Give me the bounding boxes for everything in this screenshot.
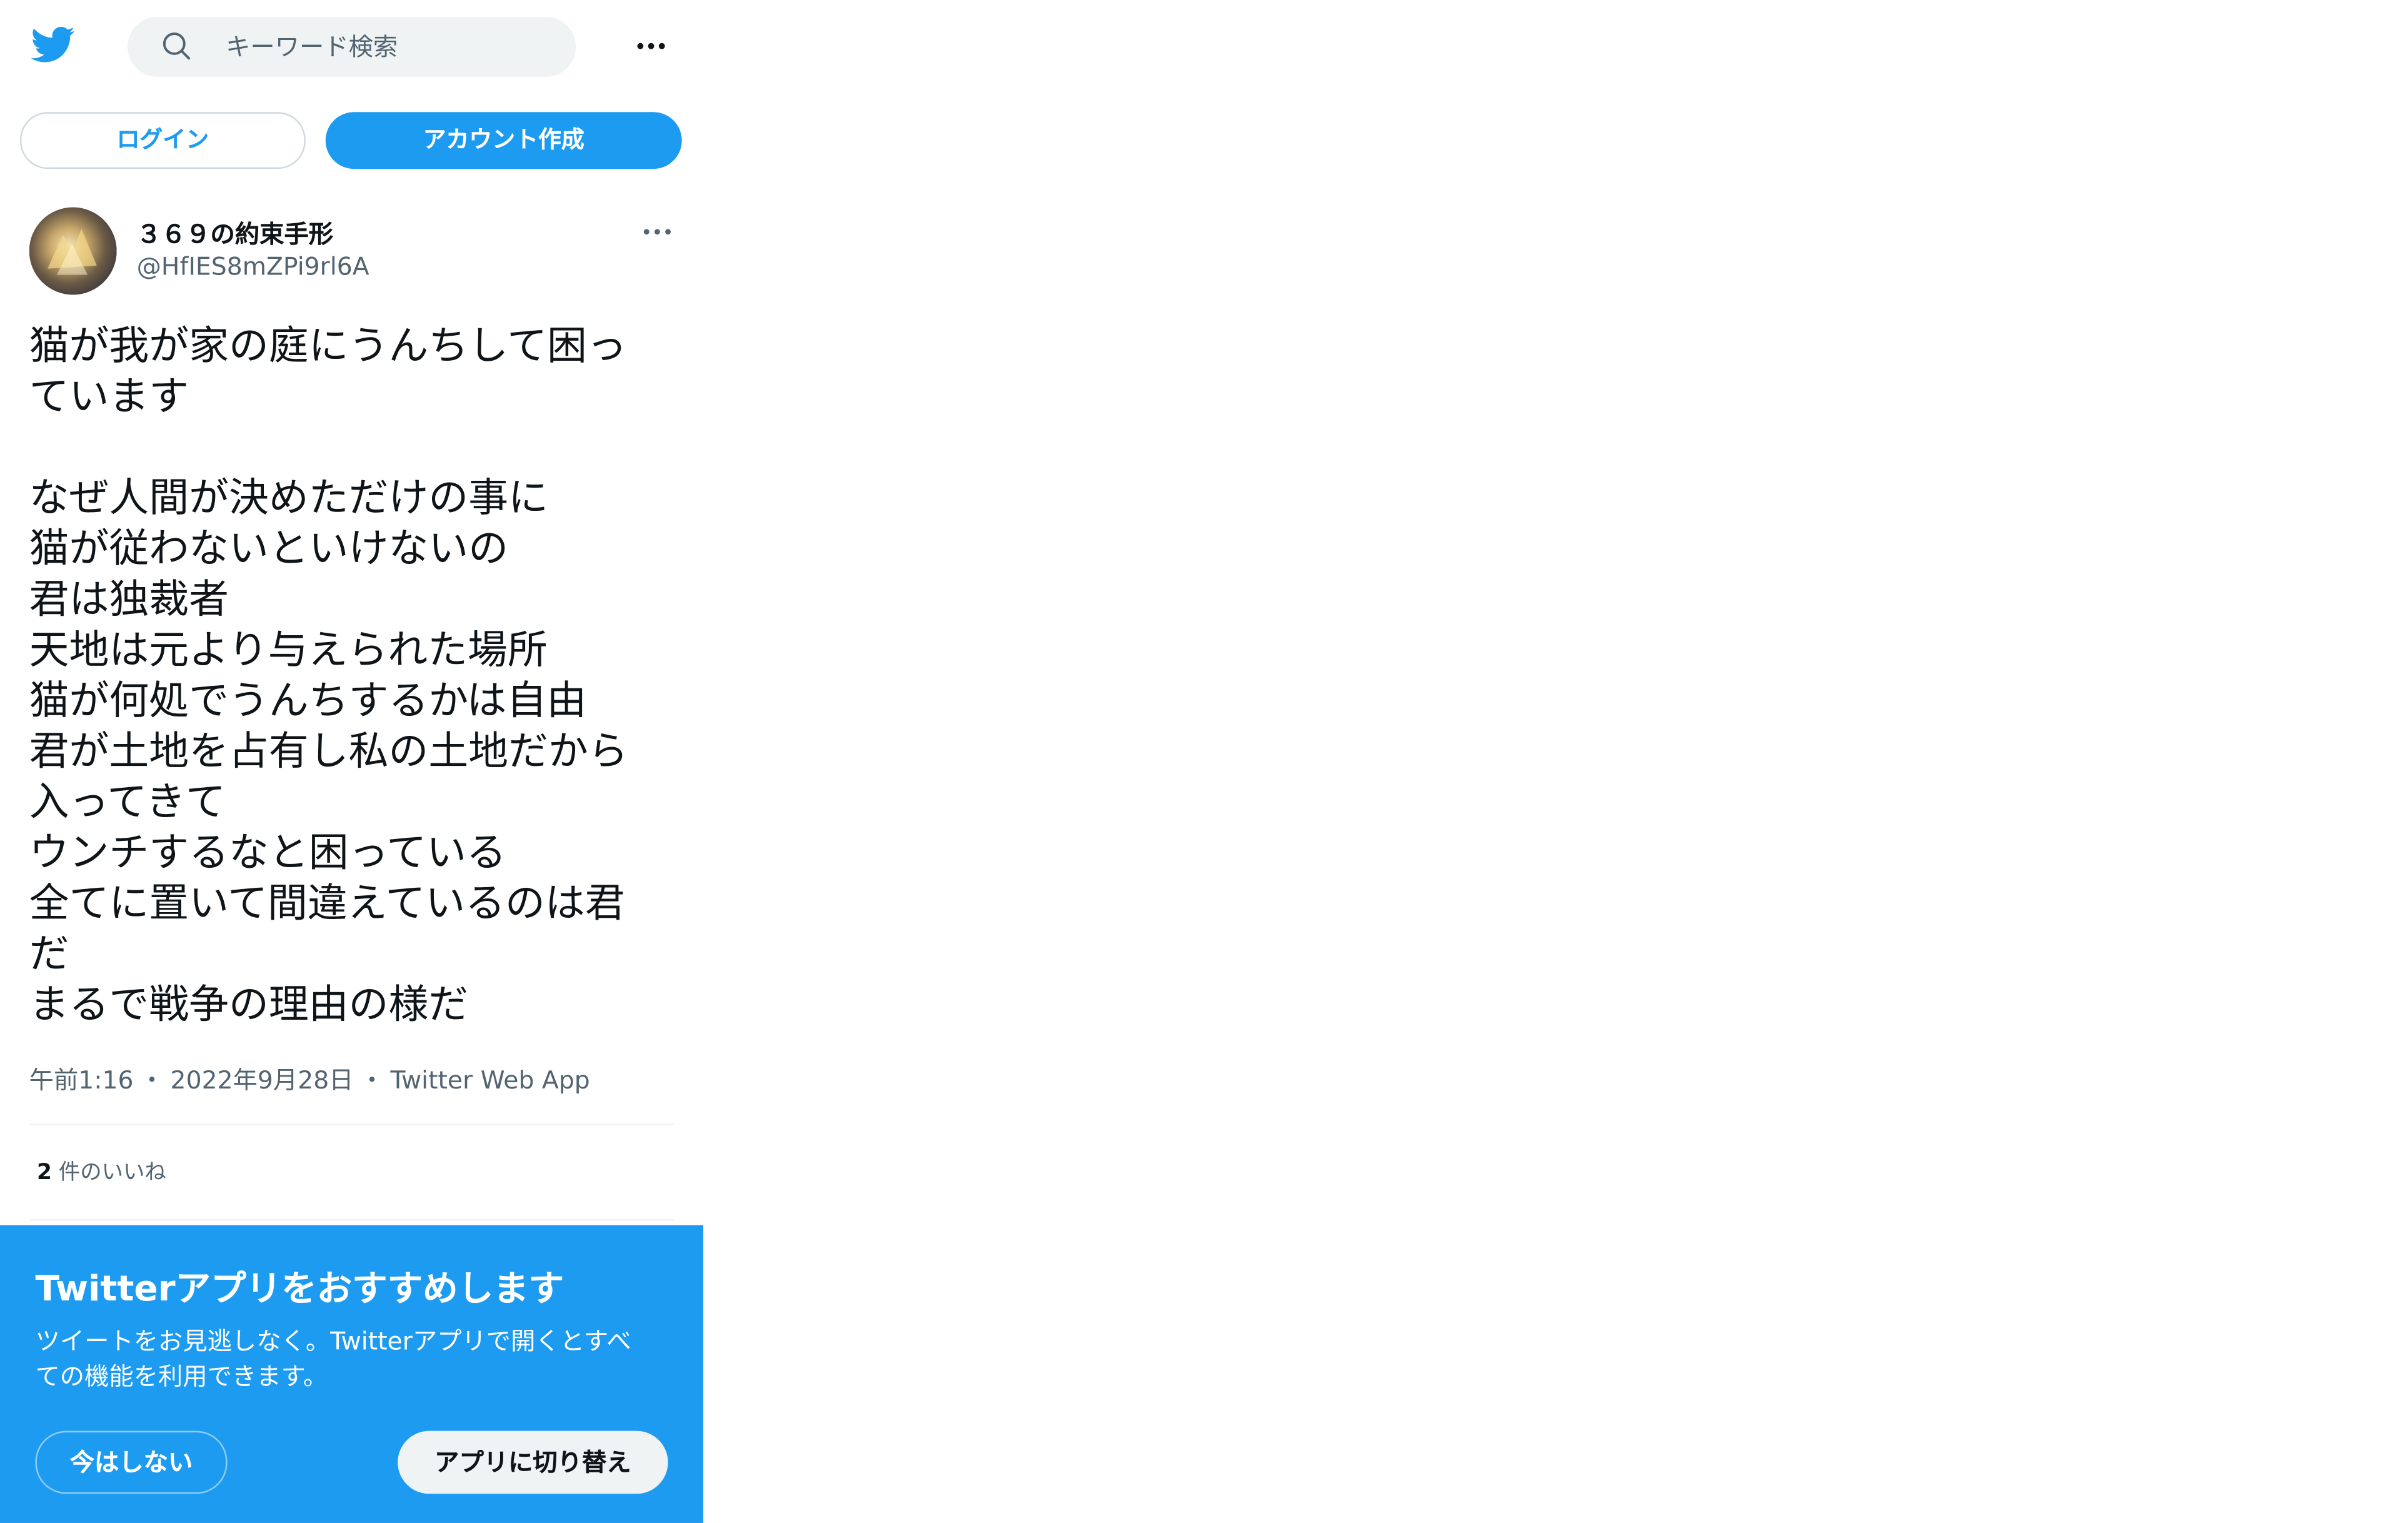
not-now-button[interactable]: 今はしない [35, 1430, 228, 1494]
tweet-line: 入ってきて [29, 780, 226, 827]
tweet-line: だ [29, 932, 69, 978]
tweet-line: なぜ人間が決めただけの事に [29, 476, 549, 522]
banner-body-line: ツイートをお見逃しなく。Twitterアプリで開くとすべ [35, 1326, 631, 1356]
meta-separator: ・ [139, 1065, 164, 1095]
page-frame: ログイン アカウント作成 ３６９の約束手形 @HfIES8mZPi9rl6A [0, 0, 2392, 1523]
search-input[interactable] [226, 17, 548, 77]
author-handle[interactable]: @HfIES8mZPi9rl6A [137, 252, 369, 281]
tweet-meta: 午前1:16 ・ 2022年9月28日・ Twitter Web App [29, 1059, 590, 1096]
tweet-line: 猫が我が家の庭にうんちして困っ [29, 324, 627, 370]
tweet-date[interactable]: 2022年9月28日 [171, 1065, 354, 1095]
tweet-source: Twitter Web App [390, 1065, 590, 1095]
main-column: ログイン アカウント作成 ３６９の約束手形 @HfIES8mZPi9rl6A [0, 0, 704, 1523]
tweet-line [29, 424, 681, 475]
search-bar[interactable] [127, 17, 576, 77]
signup-button[interactable]: アカウント作成 [325, 112, 682, 169]
banner-body: ツイートをお見逃しなく。Twitterアプリで開くとすべ ての機能を利用できます… [35, 1324, 671, 1394]
search-icon [161, 31, 192, 61]
tweet-more-icon[interactable] [633, 209, 682, 258]
tweet-line: 猫が何処でうんちするかは自由 [29, 678, 587, 725]
login-button[interactable]: ログイン [19, 112, 306, 169]
banner-title: Twitterアプリをおすすめします [35, 1269, 564, 1310]
author-name[interactable]: ３６９の約束手形 [137, 213, 333, 250]
avatar[interactable] [29, 207, 117, 295]
tweet-line: ウンチするなと困っている [29, 830, 506, 877]
meta-separator: ・ [359, 1065, 384, 1095]
divider [29, 1123, 675, 1125]
divider [29, 1219, 675, 1221]
tweet-line: まるで戦争の理由の様だ [29, 982, 469, 1029]
tweet-line: 全てに置いて間違えているのは君 [29, 881, 625, 928]
tweet-line: 君が土地を占有し私の土地だから [29, 729, 628, 776]
more-horizontal-icon[interactable] [626, 21, 676, 71]
banner-body-line: ての機能を利用できます。 [35, 1362, 328, 1391]
tweet-text: 猫が我が家の庭にうんちして困っ ています なぜ人間が決めただけの事に 猫が従わな… [29, 323, 681, 1032]
likes-count-link[interactable]: 2 件のいいね [37, 1156, 166, 1187]
likes-label: 件のいいね [58, 1160, 166, 1185]
app-promo-banner: Twitterアプリをおすすめします ツイートをお見逃しなく。Twitterアプ… [0, 1225, 704, 1523]
switch-to-app-button[interactable]: アプリに切り替え [398, 1430, 668, 1494]
tweet-line: 天地は元より与えられた場所 [29, 628, 548, 675]
tweet-line: 猫が従わないといけないの [29, 526, 509, 573]
tweet-time[interactable]: 午前1:16 [29, 1065, 134, 1095]
tweet-line: 君は独裁者 [29, 577, 229, 623]
tweet-line: ています [29, 374, 189, 421]
twitter-bird-icon[interactable] [28, 21, 77, 68]
likes-count: 2 [36, 1160, 52, 1185]
